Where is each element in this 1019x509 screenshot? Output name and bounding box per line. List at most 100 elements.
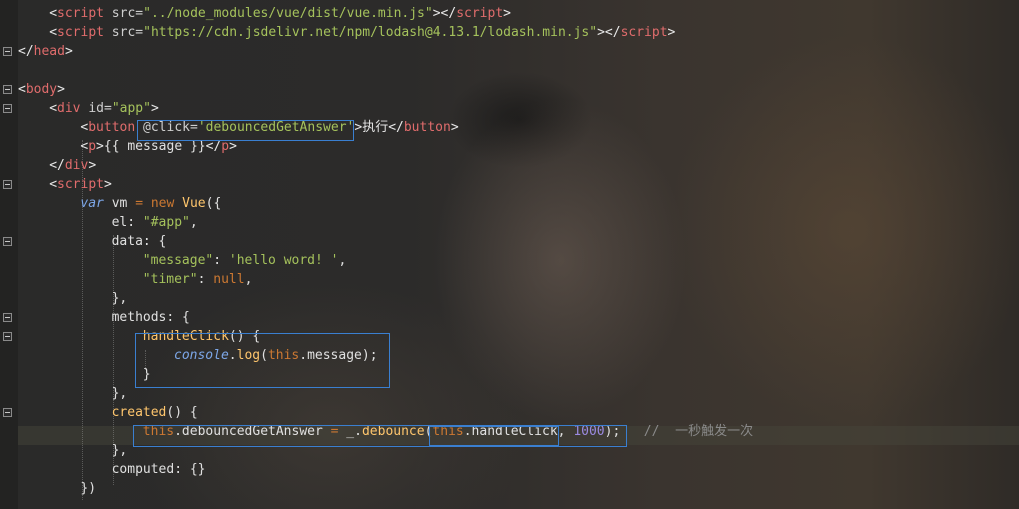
code-token: : bbox=[197, 272, 214, 287]
code-token: "app" bbox=[111, 101, 151, 116]
code-token: 执行 bbox=[362, 120, 389, 135]
code-token: head bbox=[33, 44, 65, 59]
fold-toggle-icon[interactable] bbox=[3, 180, 12, 189]
fold-toggle-icon[interactable] bbox=[3, 332, 12, 341]
code-token: methods: { bbox=[111, 310, 190, 325]
code-line[interactable]: }) bbox=[80, 479, 96, 498]
fold-toggle-icon[interactable] bbox=[3, 237, 12, 246]
code-token: < bbox=[49, 6, 58, 21]
code-token: < bbox=[49, 177, 58, 192]
code-token: > bbox=[64, 44, 73, 59]
code-token: p bbox=[221, 139, 230, 154]
code-token: : bbox=[213, 253, 229, 268]
code-token: () { bbox=[166, 405, 198, 420]
code-line[interactable]: computed: {} bbox=[112, 460, 206, 479]
fold-toggle-icon[interactable] bbox=[3, 104, 12, 113]
code-token: Vue bbox=[182, 196, 206, 211]
code-line[interactable]: var vm = new Vue({ bbox=[80, 194, 221, 213]
code-token: created bbox=[111, 405, 167, 420]
code-token: var bbox=[80, 196, 104, 211]
code-token: src= bbox=[103, 25, 144, 40]
code-token: < bbox=[49, 25, 58, 40]
code-line[interactable]: methods: { bbox=[112, 308, 190, 327]
code-token: "timer" bbox=[142, 272, 198, 287]
code-token: "../node_modules/vue/dist/vue.min.js" bbox=[143, 6, 433, 21]
code-token: > bbox=[88, 158, 97, 173]
code-line[interactable]: }, bbox=[112, 384, 128, 403]
code-token: vm bbox=[103, 196, 136, 211]
fold-toggle-icon[interactable] bbox=[3, 408, 12, 417]
code-token: > bbox=[229, 139, 237, 154]
code-token: }, bbox=[111, 443, 128, 458]
code-token: script bbox=[57, 6, 104, 21]
code-token: > bbox=[354, 120, 363, 135]
code-token: ({ bbox=[205, 196, 222, 211]
code-line[interactable]: created() { bbox=[112, 403, 198, 422]
code-line[interactable]: el: "#app", bbox=[112, 213, 198, 232]
code-token: "https://cdn.jsdelivr.net/npm/lodash@4.1… bbox=[143, 25, 598, 40]
highlight-box-debounce-args bbox=[429, 426, 559, 446]
code-token: }) bbox=[80, 481, 97, 496]
code-line[interactable]: data: { bbox=[112, 232, 167, 251]
code-token: "message" bbox=[142, 253, 214, 268]
code-token: script bbox=[456, 6, 504, 21]
code-line[interactable]: "message": 'hello word! ', bbox=[143, 251, 347, 270]
code-token: > bbox=[503, 6, 511, 21]
code-token: }, bbox=[111, 386, 128, 401]
code-token: > bbox=[96, 139, 104, 154]
code-token: , bbox=[244, 272, 253, 287]
code-line[interactable]: "timer": null, bbox=[143, 270, 253, 289]
code-token: = bbox=[135, 196, 144, 211]
code-token: , bbox=[189, 215, 198, 230]
code-line[interactable]: </head> bbox=[18, 42, 73, 61]
code-line[interactable]: </div> bbox=[49, 156, 96, 175]
code-token: script bbox=[57, 25, 104, 40]
code-token: el: bbox=[111, 215, 143, 230]
code-token: new bbox=[143, 196, 175, 211]
code-token: "#app" bbox=[142, 215, 190, 230]
fold-toggle-icon[interactable] bbox=[3, 47, 12, 56]
code-token: script bbox=[620, 25, 668, 40]
code-token: p bbox=[88, 139, 97, 154]
code-token: < bbox=[18, 82, 26, 97]
code-line[interactable]: <script src="../node_modules/vue/dist/vu… bbox=[49, 4, 511, 23]
code-token: > bbox=[450, 120, 459, 135]
code-token: data: { bbox=[111, 234, 167, 249]
code-token: </ bbox=[205, 139, 222, 154]
code-token: , bbox=[338, 253, 347, 268]
code-token: null bbox=[213, 272, 245, 287]
code-token: script bbox=[57, 177, 104, 192]
code-token: > bbox=[103, 177, 112, 192]
code-line[interactable]: <script src="https://cdn.jsdelivr.net/np… bbox=[49, 23, 675, 42]
code-line[interactable]: }, bbox=[112, 441, 128, 460]
code-token: }, bbox=[111, 291, 128, 306]
code-token: > bbox=[667, 25, 676, 40]
code-token: body bbox=[25, 82, 58, 97]
code-line[interactable]: <body> bbox=[18, 80, 65, 99]
code-token: ></ bbox=[597, 25, 621, 40]
code-token: ></ bbox=[432, 6, 457, 21]
code-token: {{ message }} bbox=[103, 139, 206, 154]
code-token: // bbox=[643, 424, 676, 439]
code-token: < bbox=[49, 101, 58, 116]
code-line[interactable]: <div id="app"> bbox=[49, 99, 159, 118]
editor-gutter bbox=[0, 0, 18, 509]
code-token: > bbox=[57, 82, 65, 97]
code-token: div bbox=[57, 101, 81, 116]
code-line[interactable]: }, bbox=[112, 289, 128, 308]
code-token: 'hello word! ' bbox=[228, 253, 339, 268]
code-token: button bbox=[403, 120, 451, 135]
code-token: </ bbox=[49, 158, 65, 173]
code-token: computed: {} bbox=[111, 462, 206, 477]
fold-toggle-icon[interactable] bbox=[3, 313, 12, 322]
fold-toggle-icon[interactable] bbox=[3, 85, 12, 94]
code-token: src= bbox=[103, 6, 144, 21]
code-token: button bbox=[88, 120, 136, 135]
code-line[interactable]: <script> bbox=[49, 175, 112, 194]
code-token: div bbox=[64, 158, 89, 173]
code-token: > bbox=[150, 101, 159, 116]
highlight-box-click-binding bbox=[137, 120, 354, 141]
code-token: </ bbox=[388, 120, 404, 135]
code-token: id= bbox=[80, 101, 112, 116]
